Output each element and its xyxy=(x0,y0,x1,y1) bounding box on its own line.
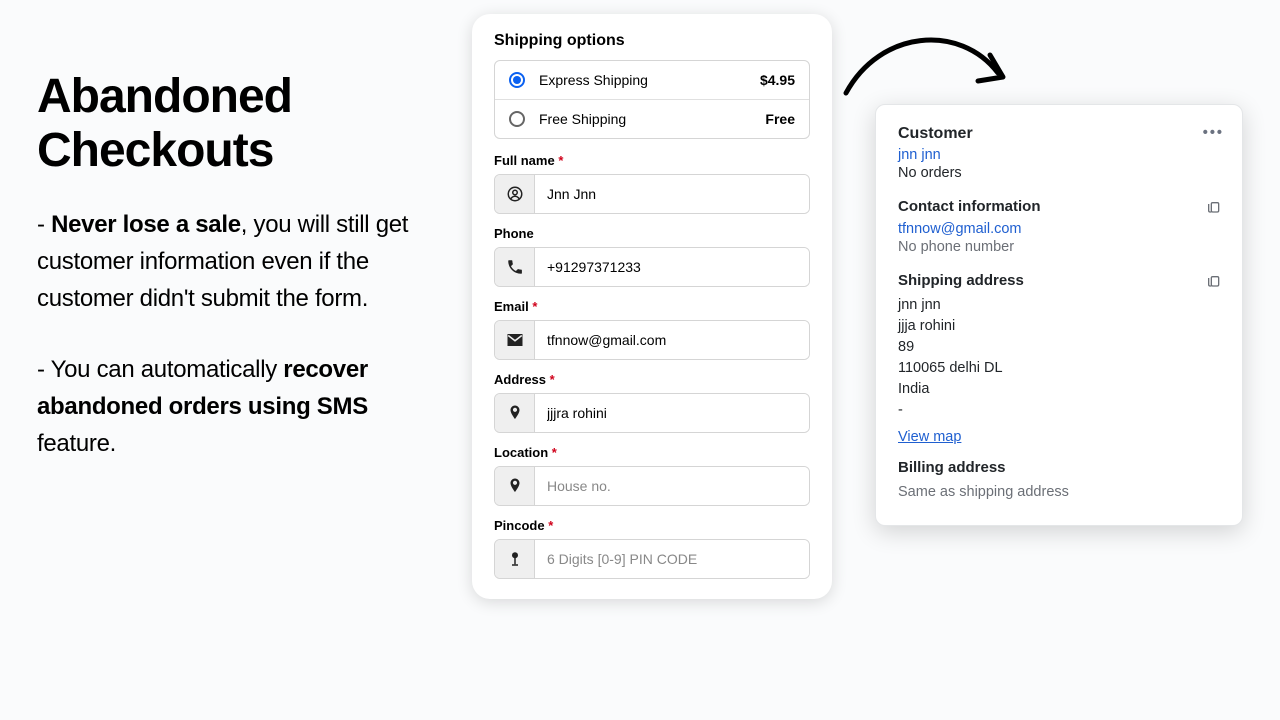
address-label: Address * xyxy=(494,372,810,387)
shipping-options-group: Express Shipping $4.95 Free Shipping Fre… xyxy=(494,60,810,139)
addr-line: 89 xyxy=(898,337,1220,358)
map-pin-icon xyxy=(495,394,535,432)
mail-icon xyxy=(495,321,535,359)
copy-address-icon[interactable] xyxy=(1206,274,1222,290)
customer-email-link[interactable]: tfnnow@gmail.com xyxy=(898,221,1022,237)
shipping-option-label: Express Shipping xyxy=(539,72,648,88)
shipping-option-free[interactable]: Free Shipping Free xyxy=(495,100,809,138)
more-menu-icon[interactable]: ••• xyxy=(1203,125,1224,141)
shipping-option-price: $4.95 xyxy=(760,72,795,88)
billing-note: Same as shipping address xyxy=(898,482,1220,503)
phone-field[interactable] xyxy=(494,247,810,287)
customer-name-link[interactable]: jnn jnn xyxy=(898,147,941,163)
pin-icon xyxy=(495,540,535,578)
checkout-form-card: Shipping options Express Shipping $4.95 … xyxy=(472,14,832,599)
fullname-field[interactable] xyxy=(494,174,810,214)
addr-line: - xyxy=(898,400,1220,421)
marketing-para-2: - You can automatically recover abandone… xyxy=(37,351,447,463)
shipping-address-heading: Shipping address xyxy=(898,272,1220,289)
addr-line: India xyxy=(898,379,1220,400)
view-map-link[interactable]: View map xyxy=(898,429,961,445)
email-label: Email * xyxy=(494,299,810,314)
radio-icon xyxy=(509,111,525,127)
email-input[interactable] xyxy=(535,321,809,359)
marketing-copy: Abandoned Checkouts - Never lose a sale,… xyxy=(37,70,447,497)
radio-icon xyxy=(509,72,525,88)
customer-phone-note: No phone number xyxy=(898,237,1220,258)
fullname-input[interactable] xyxy=(535,175,809,213)
location-label: Location * xyxy=(494,445,810,460)
shipping-option-express[interactable]: Express Shipping $4.95 xyxy=(495,61,809,100)
copy-email-icon[interactable] xyxy=(1206,200,1222,216)
location-input[interactable] xyxy=(535,467,809,505)
addr-line: jnn jnn xyxy=(898,295,1220,316)
customer-card: ••• Customer jnn jnn No orders Contact i… xyxy=(875,104,1243,526)
phone-icon xyxy=(495,248,535,286)
billing-address-heading: Billing address xyxy=(898,459,1220,476)
customer-orders: No orders xyxy=(898,163,1220,184)
shipping-option-price: Free xyxy=(765,111,795,127)
shipping-option-label: Free Shipping xyxy=(539,111,626,127)
shipping-options-heading: Shipping options xyxy=(494,32,810,50)
fullname-label: Full name * xyxy=(494,153,810,168)
email-field[interactable] xyxy=(494,320,810,360)
address-field[interactable] xyxy=(494,393,810,433)
phone-input[interactable] xyxy=(535,248,809,286)
addr-line: jjja rohini xyxy=(898,316,1220,337)
pincode-field[interactable] xyxy=(494,539,810,579)
customer-heading: Customer xyxy=(898,125,1220,143)
contact-info-heading: Contact information xyxy=(898,198,1220,215)
page-title: Abandoned Checkouts xyxy=(37,70,447,178)
phone-label: Phone xyxy=(494,226,810,241)
marketing-para-1: - Never lose a sale, you will still get … xyxy=(37,206,447,318)
addr-line: 110065 delhi DL xyxy=(898,358,1220,379)
address-input[interactable] xyxy=(535,394,809,432)
person-icon xyxy=(495,175,535,213)
map-pin-icon xyxy=(495,467,535,505)
location-field[interactable] xyxy=(494,466,810,506)
pincode-label: Pincode * xyxy=(494,518,810,533)
pincode-input[interactable] xyxy=(535,540,809,578)
